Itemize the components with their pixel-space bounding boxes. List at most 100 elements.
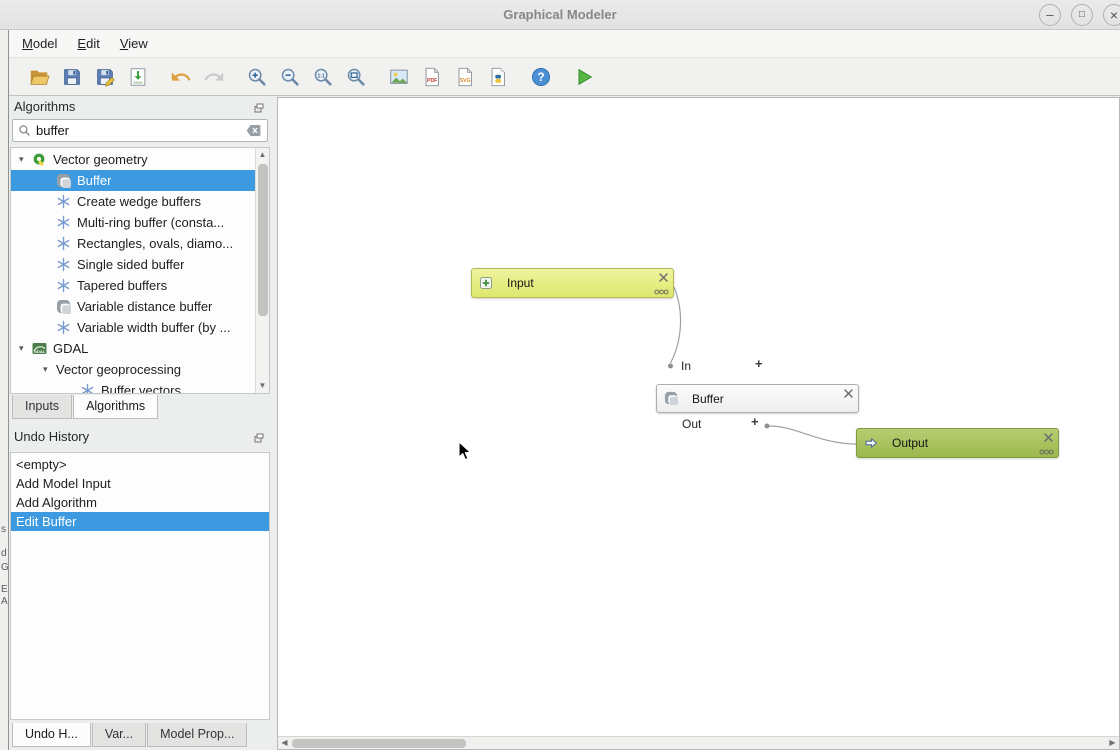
node-label: Output bbox=[892, 436, 928, 450]
background-text-fragment: s bbox=[1, 524, 6, 535]
undo-history-panel-title: Undo History bbox=[14, 429, 89, 444]
zoom-actual-icon[interactable]: 1:1 bbox=[308, 62, 338, 92]
delete-node-icon[interactable] bbox=[844, 389, 853, 398]
expand-arrow-icon[interactable]: ▾ bbox=[19, 343, 32, 354]
svg-text:?: ? bbox=[537, 70, 544, 84]
buffer-out-port-label: Out bbox=[682, 417, 701, 431]
model-output-node[interactable]: Output bbox=[856, 428, 1059, 458]
tree-item-rectangles-ovals-diamo[interactable]: Rectangles, ovals, diamo... bbox=[11, 233, 255, 254]
delete-node-icon[interactable] bbox=[659, 273, 668, 282]
model-input-node[interactable]: Input bbox=[471, 268, 674, 298]
svg-text:SVG: SVG bbox=[460, 78, 471, 84]
expand-outputs-plus[interactable]: + bbox=[751, 414, 759, 429]
algorithm-icon bbox=[56, 194, 71, 209]
background-text-fragment: A bbox=[1, 596, 8, 607]
save-model-icon[interactable] bbox=[57, 62, 87, 92]
zoom-in-icon[interactable] bbox=[242, 62, 272, 92]
minimize-button[interactable]: – bbox=[1039, 4, 1061, 26]
tree-item-buffer-vectors[interactable]: Buffer vectors bbox=[11, 380, 255, 394]
algorithm-icon bbox=[56, 215, 71, 230]
menubar: ModelEditView bbox=[0, 30, 1120, 58]
tree-item-gdal[interactable]: ▾GDALGDAL bbox=[11, 338, 255, 359]
background-text-fragment: d bbox=[1, 548, 7, 559]
algorithm-icon bbox=[56, 278, 71, 293]
float-panel-icon[interactable] bbox=[254, 101, 264, 111]
tree-item-label: Vector geometry bbox=[53, 152, 148, 167]
clear-search-icon[interactable] bbox=[246, 124, 262, 138]
undo-item-add-model-input[interactable]: Add Model Input bbox=[11, 474, 269, 493]
expand-dots-icon[interactable] bbox=[654, 289, 669, 295]
tree-item-label: Buffer bbox=[77, 173, 111, 188]
save-model-as-icon[interactable] bbox=[90, 62, 120, 92]
output-arrow-icon bbox=[864, 436, 879, 451]
tree-item-label: Vector geoprocessing bbox=[56, 362, 181, 377]
scroll-down-button[interactable]: ▼ bbox=[256, 379, 269, 393]
tree-item-create-wedge-buffers[interactable]: Create wedge buffers bbox=[11, 191, 255, 212]
buffer-algorithm-node[interactable]: Buffer bbox=[656, 384, 859, 413]
expand-dots-icon[interactable] bbox=[1039, 449, 1054, 455]
canvas-hscrollbar[interactable]: ◀ ▶ bbox=[278, 736, 1119, 749]
expand-arrow-icon[interactable]: ▾ bbox=[43, 364, 56, 375]
menu-model[interactable]: Model bbox=[12, 32, 67, 55]
tree-item-buffer[interactable]: Buffer bbox=[11, 170, 255, 191]
scroll-up-button[interactable]: ▲ bbox=[256, 148, 269, 162]
input-parameter-icon bbox=[479, 276, 494, 291]
tree-item-label: Variable distance buffer bbox=[77, 299, 212, 314]
zoom-full-icon[interactable] bbox=[341, 62, 371, 92]
search-input[interactable] bbox=[31, 123, 246, 138]
redo-icon[interactable] bbox=[199, 62, 229, 92]
qgis-provider-icon bbox=[32, 152, 47, 167]
scroll-right-button[interactable]: ▶ bbox=[1106, 737, 1119, 749]
buffer-in-port-label: In bbox=[681, 359, 691, 373]
tree-item-multi-ring-buffer-consta[interactable]: Multi-ring buffer (consta... bbox=[11, 212, 255, 233]
model-canvas[interactable]: Input In + Buffer Out + Output bbox=[277, 97, 1120, 750]
delete-node-icon[interactable] bbox=[1044, 433, 1053, 442]
float-panel-icon[interactable] bbox=[254, 431, 264, 441]
algorithms-tree-items: ▾ Vector geometry Buffer Create wedge buffe… bbox=[11, 149, 255, 394]
tab-model-prop[interactable]: Model Prop... bbox=[147, 723, 247, 747]
undo-item-add-algorithm[interactable]: Add Algorithm bbox=[11, 493, 269, 512]
tab-var[interactable]: Var... bbox=[92, 723, 146, 747]
maximize-button[interactable]: □ bbox=[1071, 4, 1093, 26]
background-text-fragment: G bbox=[1, 562, 9, 573]
tree-item-single-sided-buffer[interactable]: Single sided buffer bbox=[11, 254, 255, 275]
algorithm-search-box[interactable] bbox=[12, 119, 268, 142]
zoom-out-icon[interactable] bbox=[275, 62, 305, 92]
export-pdf-icon[interactable]: PDF bbox=[417, 62, 447, 92]
export-image-icon[interactable] bbox=[384, 62, 414, 92]
undo-item-empty[interactable]: <empty> bbox=[11, 455, 269, 474]
scrollbar-handle[interactable] bbox=[258, 164, 268, 316]
tree-item-label: GDAL bbox=[53, 341, 88, 356]
hscrollbar-handle[interactable] bbox=[292, 739, 466, 748]
tab-algorithms[interactable]: Algorithms bbox=[73, 395, 158, 419]
window-title: Graphical Modeler bbox=[0, 0, 1120, 30]
expand-inputs-plus[interactable]: + bbox=[755, 356, 763, 371]
dock-tabs: InputsAlgorithms bbox=[12, 395, 159, 419]
tree-scrollbar[interactable]: ▲ ▼ bbox=[255, 148, 269, 393]
tree-item-vector-geometry[interactable]: ▾ Vector geometry bbox=[11, 149, 255, 170]
help-icon[interactable]: ? bbox=[526, 62, 556, 92]
tree-item-label: Buffer vectors bbox=[101, 383, 181, 394]
export-svg-icon[interactable]: SVG bbox=[450, 62, 480, 92]
export-script-icon[interactable] bbox=[483, 62, 513, 92]
tab-inputs[interactable]: Inputs bbox=[12, 395, 72, 419]
out-socket-dot bbox=[765, 424, 770, 429]
tree-item-variable-distance-buffer[interactable]: Variable distance buffer bbox=[11, 296, 255, 317]
tab-undo-h[interactable]: Undo H... bbox=[12, 723, 91, 747]
menu-view[interactable]: View bbox=[110, 32, 158, 55]
tree-item-variable-width-buffer-by[interactable]: Variable width buffer (by ... bbox=[11, 317, 255, 338]
expand-arrow-icon[interactable]: ▾ bbox=[19, 154, 32, 165]
undo-icon[interactable] bbox=[166, 62, 196, 92]
open-model-icon[interactable] bbox=[24, 62, 54, 92]
close-button[interactable]: × bbox=[1103, 4, 1120, 26]
tree-item-vector-geoprocessing[interactable]: ▾Vector geoprocessing bbox=[11, 359, 255, 380]
tree-item-tapered-buffers[interactable]: Tapered buffers bbox=[11, 275, 255, 296]
titlebar[interactable]: Graphical Modeler – □ × bbox=[0, 0, 1120, 30]
menu-edit[interactable]: Edit bbox=[67, 32, 109, 55]
scroll-left-button[interactable]: ◀ bbox=[278, 737, 291, 749]
save-model-in-project-icon[interactable] bbox=[123, 62, 153, 92]
run-model-icon[interactable] bbox=[569, 62, 599, 92]
algorithm-icon bbox=[56, 320, 71, 335]
tree-item-label: Rectangles, ovals, diamo... bbox=[77, 236, 233, 251]
undo-item-edit-buffer[interactable]: Edit Buffer bbox=[11, 512, 269, 531]
